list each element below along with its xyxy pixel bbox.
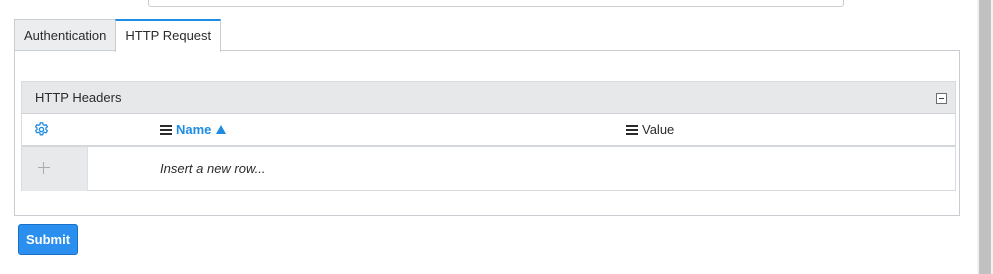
column-header-value[interactable]: Value (626, 114, 674, 145)
plus-icon (38, 162, 50, 174)
vertical-scrollbar[interactable] (977, 0, 993, 274)
insert-row-placeholder[interactable]: Insert a new row... (160, 147, 266, 191)
hamburger-menu-icon[interactable] (160, 124, 172, 135)
http-request-panel: HTTP Headers Name Value Insert a new row… (14, 50, 960, 216)
column-header-name[interactable]: Name (160, 114, 227, 145)
add-row-button[interactable] (22, 147, 88, 191)
page: Authentication HTTP Request HTTP Headers… (0, 0, 993, 274)
list-title: HTTP Headers (35, 90, 122, 105)
sort-ascending-icon (216, 125, 227, 134)
tab-http-request[interactable]: HTTP Request (115, 19, 222, 52)
column-value-label: Value (642, 122, 675, 137)
top-text-field[interactable] (148, 0, 844, 7)
list-header: HTTP Headers (22, 82, 955, 114)
insert-row: Insert a new row... (22, 147, 955, 191)
submit-button[interactable]: Submit (18, 224, 78, 255)
gear-icon[interactable] (33, 121, 50, 138)
hamburger-menu-icon[interactable] (626, 124, 638, 135)
scrollbar-thumb[interactable] (979, 0, 991, 274)
tab-bar: Authentication HTTP Request (14, 19, 222, 52)
http-headers-list: HTTP Headers Name Value Insert a new row… (21, 81, 956, 191)
column-header-row: Name Value (22, 114, 955, 147)
tab-authentication[interactable]: Authentication (14, 19, 117, 51)
collapse-icon[interactable] (936, 93, 947, 104)
column-name-label: Name (176, 122, 212, 137)
